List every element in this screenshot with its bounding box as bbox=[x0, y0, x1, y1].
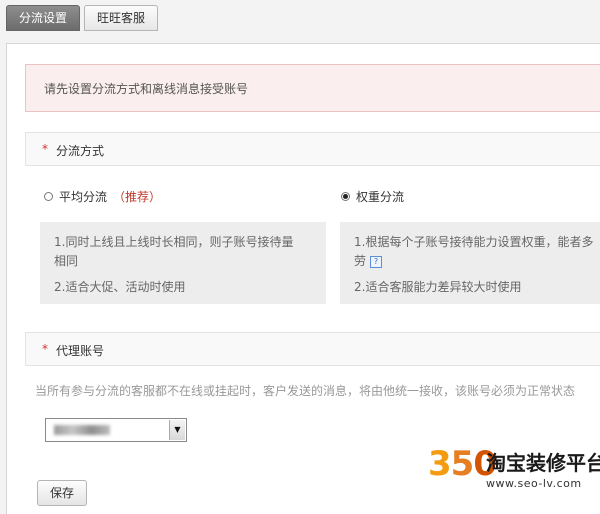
description-line: 1.同时上线且上线时长相同，则子账号接待量 bbox=[54, 235, 294, 249]
agent-account-select[interactable]: ▼ bbox=[45, 418, 187, 442]
radio-label: 权重分流 bbox=[356, 189, 405, 204]
save-button[interactable]: 保存 bbox=[37, 480, 88, 506]
distribution-section-header: * 分流方式 bbox=[25, 132, 600, 166]
notice-banner: 请先设置分流方式和离线消息接受账号 bbox=[25, 64, 600, 112]
watermark-url: www.seo-lv.com bbox=[486, 477, 582, 490]
radio-checked-icon[interactable] bbox=[341, 191, 350, 201]
required-mark: * bbox=[42, 142, 48, 156]
radio-average[interactable]: 平均分流 （推荐） bbox=[44, 186, 161, 206]
average-description: 1.同时上线且上线时长相同，则子账号接待量 相同 2.适合大促、活动时使用 bbox=[40, 222, 326, 304]
watermark-logo: 350 淘宝装修平台 www.seo-lv.com bbox=[428, 444, 600, 498]
description-line: 相同 bbox=[54, 254, 79, 268]
weighted-description: 1.根据每个子账号接待能力设置权重，能者多 劳? 2.适合客服能力差异较大时使用 bbox=[340, 222, 600, 304]
required-mark: * bbox=[42, 342, 48, 356]
description-line: 劳? bbox=[354, 251, 383, 271]
watermark-title: 淘宝装修平台 bbox=[486, 451, 600, 475]
description-text: 劳 bbox=[354, 254, 367, 268]
description-line: 2.适合大促、活动时使用 bbox=[54, 280, 186, 294]
tab-bar: 分流设置 旺旺客服 bbox=[6, 5, 162, 31]
blurred-account-name bbox=[54, 425, 110, 435]
notice-text: 请先设置分流方式和离线消息接受账号 bbox=[44, 82, 249, 96]
description-line: 2.适合客服能力差异较大时使用 bbox=[354, 280, 522, 294]
dropdown-arrow-icon[interactable]: ▼ bbox=[169, 420, 185, 440]
agent-hint: 当所有参与分流的客服都不在线或挂起时，客户发送的消息，将由他统一接收，该账号必须… bbox=[35, 384, 576, 398]
help-icon[interactable]: ? bbox=[370, 255, 383, 268]
tab-distribution-settings[interactable]: 分流设置 bbox=[6, 5, 81, 31]
radio-label: 平均分流 bbox=[59, 189, 108, 204]
radio-unchecked-icon[interactable] bbox=[44, 191, 53, 201]
agent-section-header: * 代理账号 bbox=[25, 332, 600, 366]
tab-wangwang-service[interactable]: 旺旺客服 bbox=[84, 5, 159, 31]
digit: 3 bbox=[428, 444, 452, 484]
section-title: 分流方式 bbox=[56, 144, 105, 158]
description-line: 1.根据每个子账号接待能力设置权重，能者多 bbox=[354, 235, 594, 249]
section-title: 代理账号 bbox=[56, 344, 105, 358]
recommend-tag: （推荐） bbox=[113, 189, 162, 204]
digit: 5 bbox=[450, 444, 475, 484]
radio-weighted[interactable]: 权重分流 bbox=[341, 186, 404, 206]
